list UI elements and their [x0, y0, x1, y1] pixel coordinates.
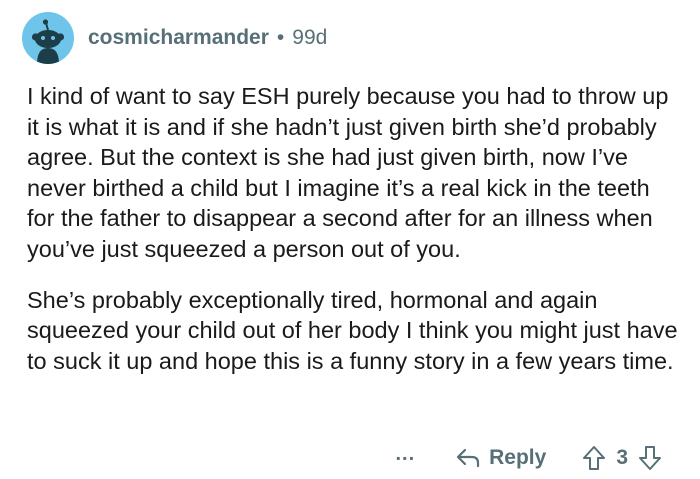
comment-paragraph-1: I kind of want to say ESH purely because… [27, 83, 669, 262]
vote-controls: 3 [582, 445, 662, 471]
reddit-snoo-icon [31, 19, 65, 64]
reply-label: Reply [489, 446, 547, 469]
comment-paragraph-2: She’s probably exceptionally tired, horm… [27, 286, 678, 374]
comment-header: cosmicharmander • 99d [22, 10, 327, 66]
avatar[interactable] [22, 12, 74, 64]
downvote-arrow-icon[interactable] [638, 445, 662, 471]
reply-arrow-icon [457, 448, 480, 468]
reply-button[interactable]: Reply [455, 446, 546, 470]
comment-body: I kind of want to say ESH purely because… [27, 81, 682, 376]
username[interactable]: cosmicharmander [88, 26, 269, 50]
separator-dot: • [276, 26, 285, 49]
vote-count: 3 [616, 446, 628, 469]
more-options-button[interactable]: ... [395, 443, 415, 466]
upvote-arrow-icon[interactable] [582, 445, 606, 471]
comment-age: 99d [292, 26, 328, 49]
comment-actions: ... Reply 3 [395, 441, 662, 475]
